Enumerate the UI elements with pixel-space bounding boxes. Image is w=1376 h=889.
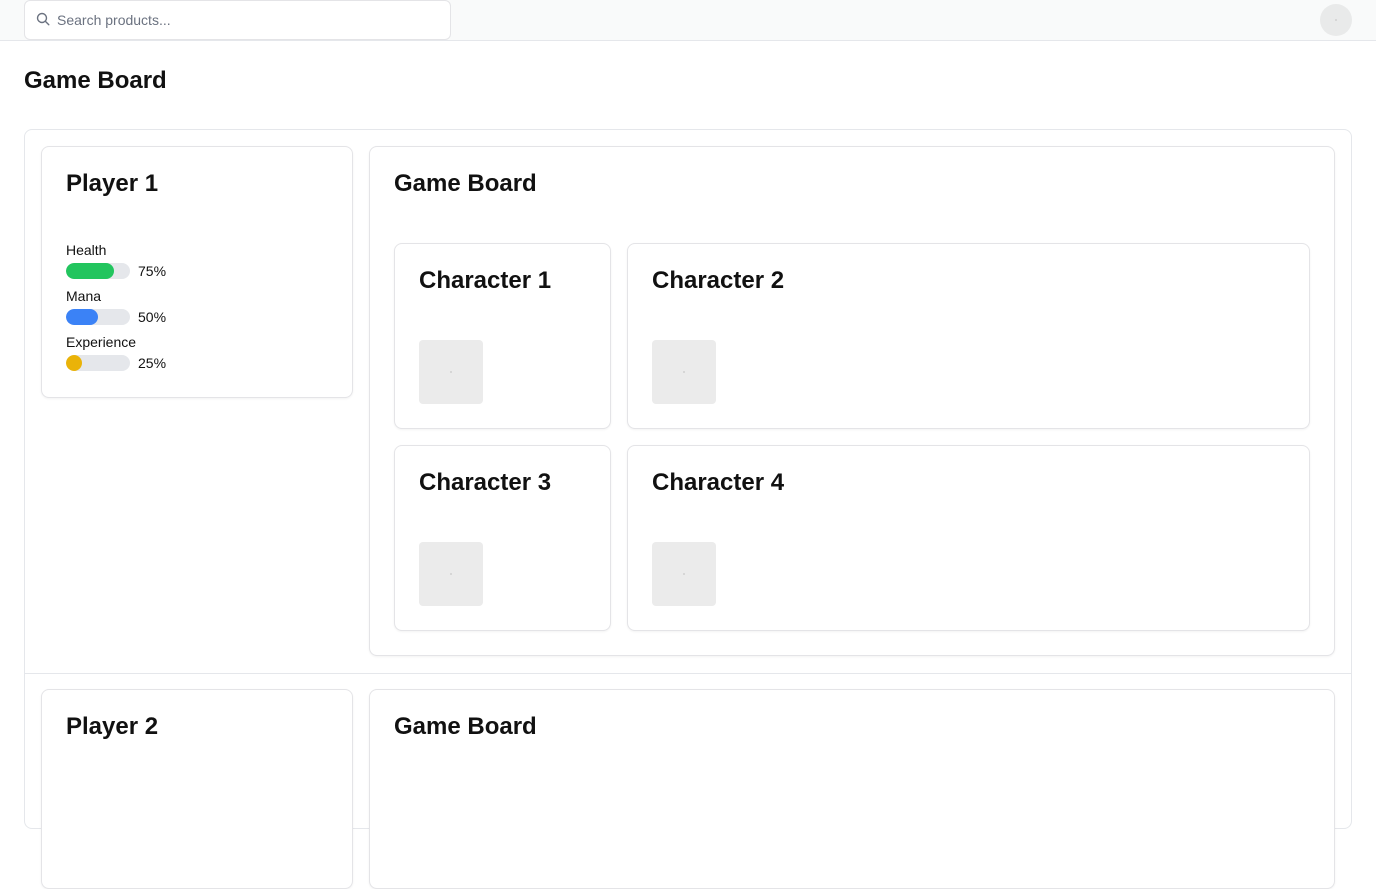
- character-card-3[interactable]: Character 3: [394, 445, 611, 631]
- character-image: [652, 542, 716, 606]
- game-board-title: Game Board: [394, 713, 537, 740]
- mana-value: 50%: [138, 309, 167, 325]
- health-bar: [66, 263, 130, 279]
- search-box[interactable]: [24, 0, 451, 40]
- experience-bar: [66, 355, 130, 371]
- search-icon: [36, 12, 50, 26]
- character-name: Character 4: [652, 469, 785, 496]
- character-card-4[interactable]: Character 4: [627, 445, 1310, 631]
- character-image: [419, 542, 483, 606]
- row-divider: [25, 673, 1351, 674]
- character-image: [652, 340, 716, 404]
- player-name: Player 1: [66, 170, 159, 197]
- character-name: Character 3: [419, 469, 552, 496]
- experience-bar-fill: [66, 355, 82, 371]
- game-board-card: Game Board: [369, 689, 1335, 889]
- player-name: Player 2: [66, 713, 159, 740]
- search-input[interactable]: [57, 1, 437, 39]
- player-card: Player 1 Health 75% Mana 50% Experience …: [41, 146, 353, 398]
- game-board-title: Game Board: [394, 170, 537, 197]
- character-name: Character 1: [419, 267, 552, 294]
- mana-bar-fill: [66, 309, 98, 325]
- stat-label-experience: Experience: [66, 334, 137, 350]
- player-card: Player 2: [41, 689, 353, 889]
- character-card-2[interactable]: Character 2: [627, 243, 1310, 429]
- mana-bar: [66, 309, 130, 325]
- experience-value: 25%: [138, 355, 167, 371]
- stat-label-health: Health: [66, 242, 107, 258]
- stat-label-mana: Mana: [66, 288, 102, 304]
- character-card-1[interactable]: Character 1: [394, 243, 611, 429]
- health-bar-fill: [66, 263, 114, 279]
- character-image: [419, 340, 483, 404]
- top-bar: [0, 0, 1376, 41]
- health-value: 75%: [138, 263, 167, 279]
- game-rows-container: Player 1 Health 75% Mana 50% Experience …: [24, 129, 1352, 889]
- character-name: Character 2: [652, 267, 785, 294]
- game-board-card: Game Board Character 1 Character 2 Chara…: [369, 146, 1335, 656]
- page-title: Game Board: [24, 67, 167, 94]
- user-avatar[interactable]: [1320, 4, 1352, 36]
